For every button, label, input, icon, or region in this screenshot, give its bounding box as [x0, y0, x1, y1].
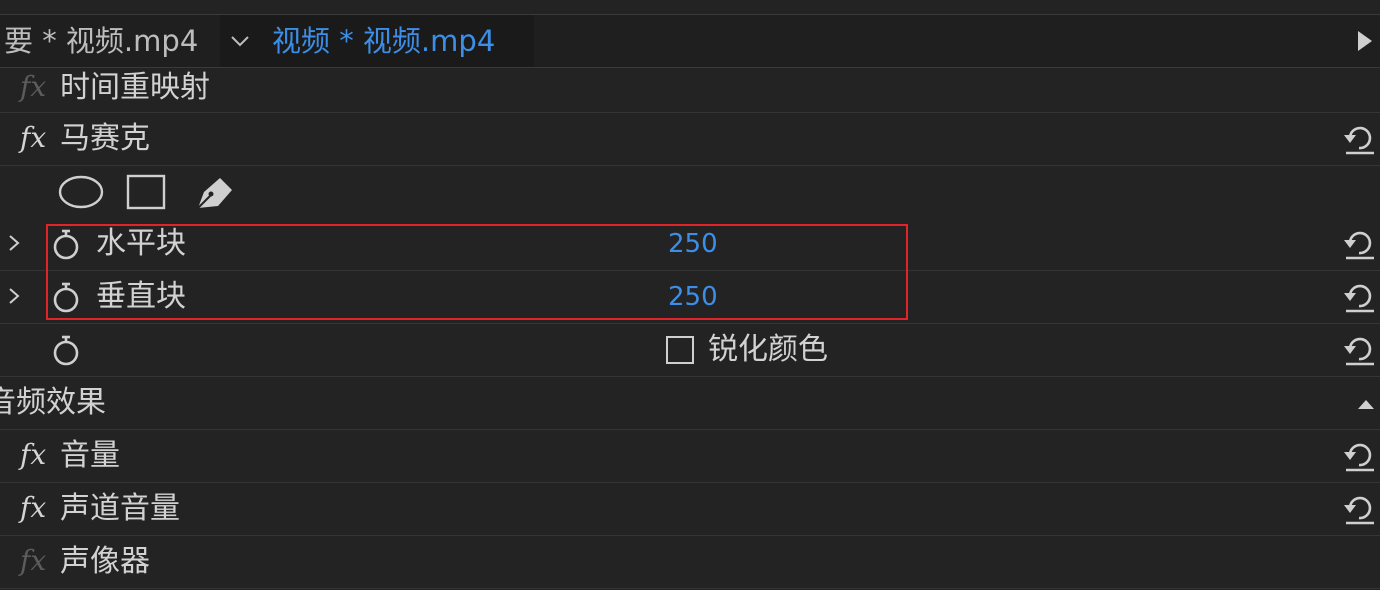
effect-label: 声道音量: [60, 491, 180, 526]
effect-controls-panel: 要 * 视频.mp4 视频 * 视频.mp4 fx 时间重映射 fx 马赛克 水…: [0, 0, 1380, 590]
param-label: 水平块: [96, 226, 186, 261]
reset-icon[interactable]: [1342, 440, 1376, 472]
chevron-right-icon[interactable]: [6, 232, 22, 254]
section-title: 音频效果: [0, 385, 106, 420]
reset-icon[interactable]: [1342, 281, 1376, 313]
sharpen-colors-checkbox[interactable]: [666, 336, 694, 364]
mask-tools: [58, 174, 232, 210]
tab-active-label: 视频 * 视频.mp4: [272, 24, 496, 58]
fx-badge-icon[interactable]: fx: [20, 121, 46, 154]
stopwatch-icon[interactable]: [50, 281, 82, 315]
checkbox-label: 锐化颜色: [708, 332, 828, 367]
fx-badge-icon[interactable]: fx: [20, 544, 46, 577]
tab-master-clip[interactable]: 要 * 视频.mp4: [4, 15, 198, 67]
param-value-input[interactable]: 250: [668, 271, 718, 323]
effect-label: 音量: [60, 438, 120, 473]
effect-row-panner[interactable]: fx 声像器: [0, 536, 1380, 589]
effect-label: 时间重映射: [60, 70, 210, 105]
effect-row-channel-volume[interactable]: fx 声道音量: [0, 483, 1380, 536]
param-row-vertical-blocks[interactable]: 垂直块 250: [0, 271, 1380, 324]
effect-row-time-remap[interactable]: fx 时间重映射: [0, 68, 1380, 113]
stopwatch-icon[interactable]: [50, 334, 82, 368]
section-audio-effects[interactable]: 音频效果: [0, 377, 1380, 430]
effect-label: 马赛克: [60, 121, 150, 156]
effect-label: 声像器: [60, 544, 150, 579]
rectangle-mask-icon[interactable]: [126, 174, 166, 210]
param-row-horizontal-blocks[interactable]: 水平块 250: [0, 218, 1380, 271]
play-icon[interactable]: [1356, 29, 1374, 53]
reset-icon[interactable]: [1342, 493, 1376, 525]
reset-icon[interactable]: [1342, 228, 1376, 260]
reset-icon[interactable]: [1342, 123, 1376, 155]
param-label: 垂直块: [96, 279, 186, 314]
reset-icon[interactable]: [1342, 334, 1376, 366]
fx-badge-icon[interactable]: fx: [20, 491, 46, 524]
stopwatch-icon[interactable]: [50, 228, 82, 262]
fx-badge-icon[interactable]: fx: [20, 438, 46, 471]
tab-sequence-clip[interactable]: 视频 * 视频.mp4: [220, 15, 534, 67]
clip-tab-bar: 要 * 视频.mp4 视频 * 视频.mp4: [0, 15, 1380, 68]
param-value-input[interactable]: 250: [668, 218, 718, 270]
effect-row-mosaic[interactable]: fx 马赛克: [0, 113, 1380, 166]
mask-tools-row: [0, 166, 1380, 218]
ellipse-mask-icon[interactable]: [58, 175, 104, 209]
collapse-icon[interactable]: [1356, 397, 1376, 411]
pen-mask-icon[interactable]: [197, 178, 232, 209]
param-row-sharpen-colors[interactable]: 锐化颜色: [0, 324, 1380, 377]
effect-row-volume[interactable]: fx 音量: [0, 430, 1380, 483]
fx-badge-icon[interactable]: fx: [20, 70, 46, 103]
chevron-right-icon[interactable]: [6, 285, 22, 307]
chevron-down-icon[interactable]: [228, 29, 252, 53]
